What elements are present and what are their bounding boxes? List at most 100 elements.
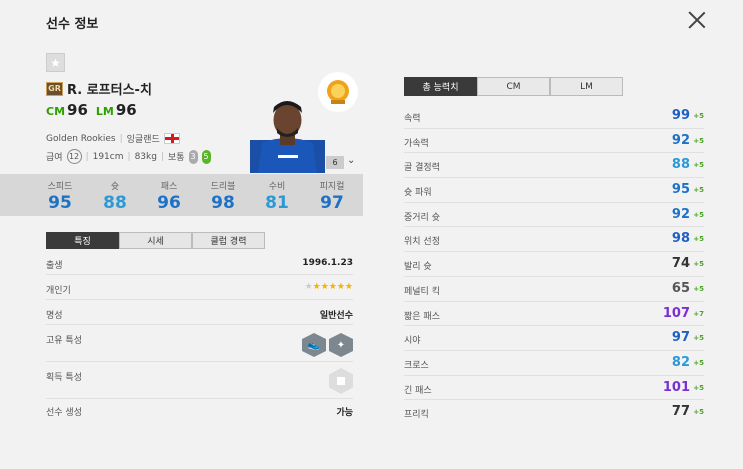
detail-row-acquired-trait: 획득 특성 xyxy=(46,362,353,399)
position-label: CM xyxy=(46,105,66,118)
page-title: 선수 정보 xyxy=(46,17,99,32)
favorite-star-icon[interactable]: ★ xyxy=(46,53,65,72)
attribute-tabs: 총 능력치 CM LM xyxy=(404,77,623,96)
enhance-level-badge[interactable]: 6 xyxy=(326,156,344,169)
tab-price[interactable]: 시세 xyxy=(119,232,192,249)
attribute-row: 속력 99 +5 xyxy=(404,104,704,129)
attribute-label: 골 결정력 xyxy=(404,163,440,174)
summary-stat-value: 95 xyxy=(48,193,72,213)
detail-label: 출생 xyxy=(46,261,63,271)
attribute-row: 짧은 패스 107 +7 xyxy=(404,302,704,327)
attribute-value: 92 xyxy=(671,206,690,222)
season-country: Golden Rookies | 잉글랜드 xyxy=(46,132,180,145)
attribute-bonus: +5 xyxy=(693,334,704,343)
summary-stat: 드리블 98 xyxy=(196,179,250,213)
attribute-bonus: +5 xyxy=(693,260,704,269)
attribute-label: 짧은 패스 xyxy=(404,311,440,322)
detail-label: 선수 생성 xyxy=(46,408,82,418)
summary-stat: 슛 88 xyxy=(88,179,142,213)
close-icon[interactable] xyxy=(686,9,708,31)
salary-label: 급여 xyxy=(46,153,63,163)
attribute-value: 65 xyxy=(671,280,690,296)
player-name-row: GR R. 로프터스-치 xyxy=(46,79,152,98)
summary-stat-value: 98 xyxy=(211,193,235,213)
attribute-bonus: +5 xyxy=(693,161,704,170)
summary-stat-value: 97 xyxy=(320,193,344,213)
attribute-row: 크로스 82 +5 xyxy=(404,351,704,376)
detail-value: 일반선수 xyxy=(319,311,353,321)
attribute-bonus: +5 xyxy=(693,112,704,120)
attribute-row: 슛 파워 95 +5 xyxy=(404,178,704,203)
england-flag-icon xyxy=(163,133,180,144)
position-label: LM xyxy=(95,105,114,118)
summary-stat-label: 드리블 xyxy=(210,182,236,192)
summary-stat-label: 패스 xyxy=(160,182,178,192)
tab-traits[interactable]: 특징 xyxy=(46,232,119,249)
country: 잉글랜드 xyxy=(126,135,160,145)
summary-stat-value: 96 xyxy=(157,193,181,213)
attribute-row: 긴 패스 101 +5 xyxy=(404,376,704,401)
attribute-bonus: +5 xyxy=(693,383,704,392)
attribute-value: 88 xyxy=(671,157,690,173)
attribute-value: 95 xyxy=(671,182,690,198)
season-logo-icon xyxy=(318,72,358,112)
lock-icon xyxy=(329,368,353,394)
detail-label: 개인기 xyxy=(46,286,71,296)
physical-info: 급여 12 | 191cm | 83kg | 보통 3 5 xyxy=(46,149,211,164)
attribute-value: 101 xyxy=(662,379,690,395)
player-name: R. 로프터스-치 xyxy=(67,83,152,98)
summary-stat: 수비 81 xyxy=(250,179,304,213)
trait-boot-icon[interactable]: 👟 xyxy=(302,333,326,357)
detail-label: 획득 특성 xyxy=(46,373,82,383)
detail-row-popularity: 개인기 ★★★★★★ xyxy=(46,275,353,300)
attribute-value: 99 xyxy=(671,108,690,123)
detail-label: 명성 xyxy=(46,311,63,321)
attribute-value: 74 xyxy=(671,256,690,272)
attribute-row: 프리킥 77 +5 xyxy=(404,400,704,425)
player-photo xyxy=(250,101,325,173)
attribute-label: 속력 xyxy=(404,114,421,124)
tab-club-history[interactable]: 클럽 경력 xyxy=(192,232,265,249)
tab-cm[interactable]: CM xyxy=(477,77,550,96)
season-name: Golden Rookies xyxy=(46,133,116,144)
body-type: 보통 xyxy=(168,153,185,163)
tab-lm[interactable]: LM xyxy=(550,77,623,96)
attribute-value: 98 xyxy=(671,231,690,247)
attribute-row: 가속력 92 +5 xyxy=(404,129,704,154)
weak-foot-icon: 3 xyxy=(188,149,198,164)
star-rating: ★★★★★★ xyxy=(304,282,353,292)
weight: 83kg xyxy=(134,151,157,162)
summary-stat: 패스 96 xyxy=(142,179,196,213)
attribute-bonus: +5 xyxy=(693,210,704,219)
attribute-label: 발리 슛 xyxy=(404,262,432,273)
attribute-bonus: +5 xyxy=(693,358,704,367)
attribute-value: 77 xyxy=(671,404,690,420)
attribute-value: 97 xyxy=(671,330,690,346)
position-ovr: 96 xyxy=(115,101,137,119)
tab-total-stats[interactable]: 총 능력치 xyxy=(404,77,477,96)
chevron-down-icon[interactable]: ⌄ xyxy=(347,155,355,166)
attribute-label: 크로스 xyxy=(404,360,429,371)
summary-stat-label: 슛 xyxy=(110,182,120,192)
detail-tabs: 특징 시세 클럽 경력 xyxy=(46,232,265,249)
attribute-label: 위치 선정 xyxy=(404,237,440,248)
attribute-bonus: +5 xyxy=(693,284,704,293)
summary-stat-label: 수비 xyxy=(268,182,286,192)
attribute-list: 속력 99 +5 가속력 92 +5 골 결정력 88 +5 슛 파워 95 +5 중거리 슛9… xyxy=(404,104,704,425)
position-ratings: CM 96 LM 96 xyxy=(46,100,137,119)
attribute-label: 페널티 킥 xyxy=(404,286,440,297)
attribute-label: 프리킥 xyxy=(404,410,429,421)
season-badge: GR xyxy=(46,81,63,96)
summary-stat-value: 81 xyxy=(265,193,289,213)
trait-pattern-icon[interactable]: ✦ xyxy=(329,333,353,357)
attribute-label: 가속력 xyxy=(404,138,429,149)
attribute-bonus: +5 xyxy=(693,408,704,417)
attribute-bonus: +7 xyxy=(693,309,704,318)
strong-foot-icon: 5 xyxy=(201,149,211,164)
attribute-label: 긴 패스 xyxy=(404,385,432,396)
attribute-label: 중거리 슛 xyxy=(404,212,440,223)
attribute-bonus: +5 xyxy=(693,136,704,145)
detail-row-birth: 출생 1996.1.23 xyxy=(46,250,353,275)
attribute-bonus: +5 xyxy=(693,186,704,195)
detail-row-fame: 명성 일반선수 xyxy=(46,300,353,325)
